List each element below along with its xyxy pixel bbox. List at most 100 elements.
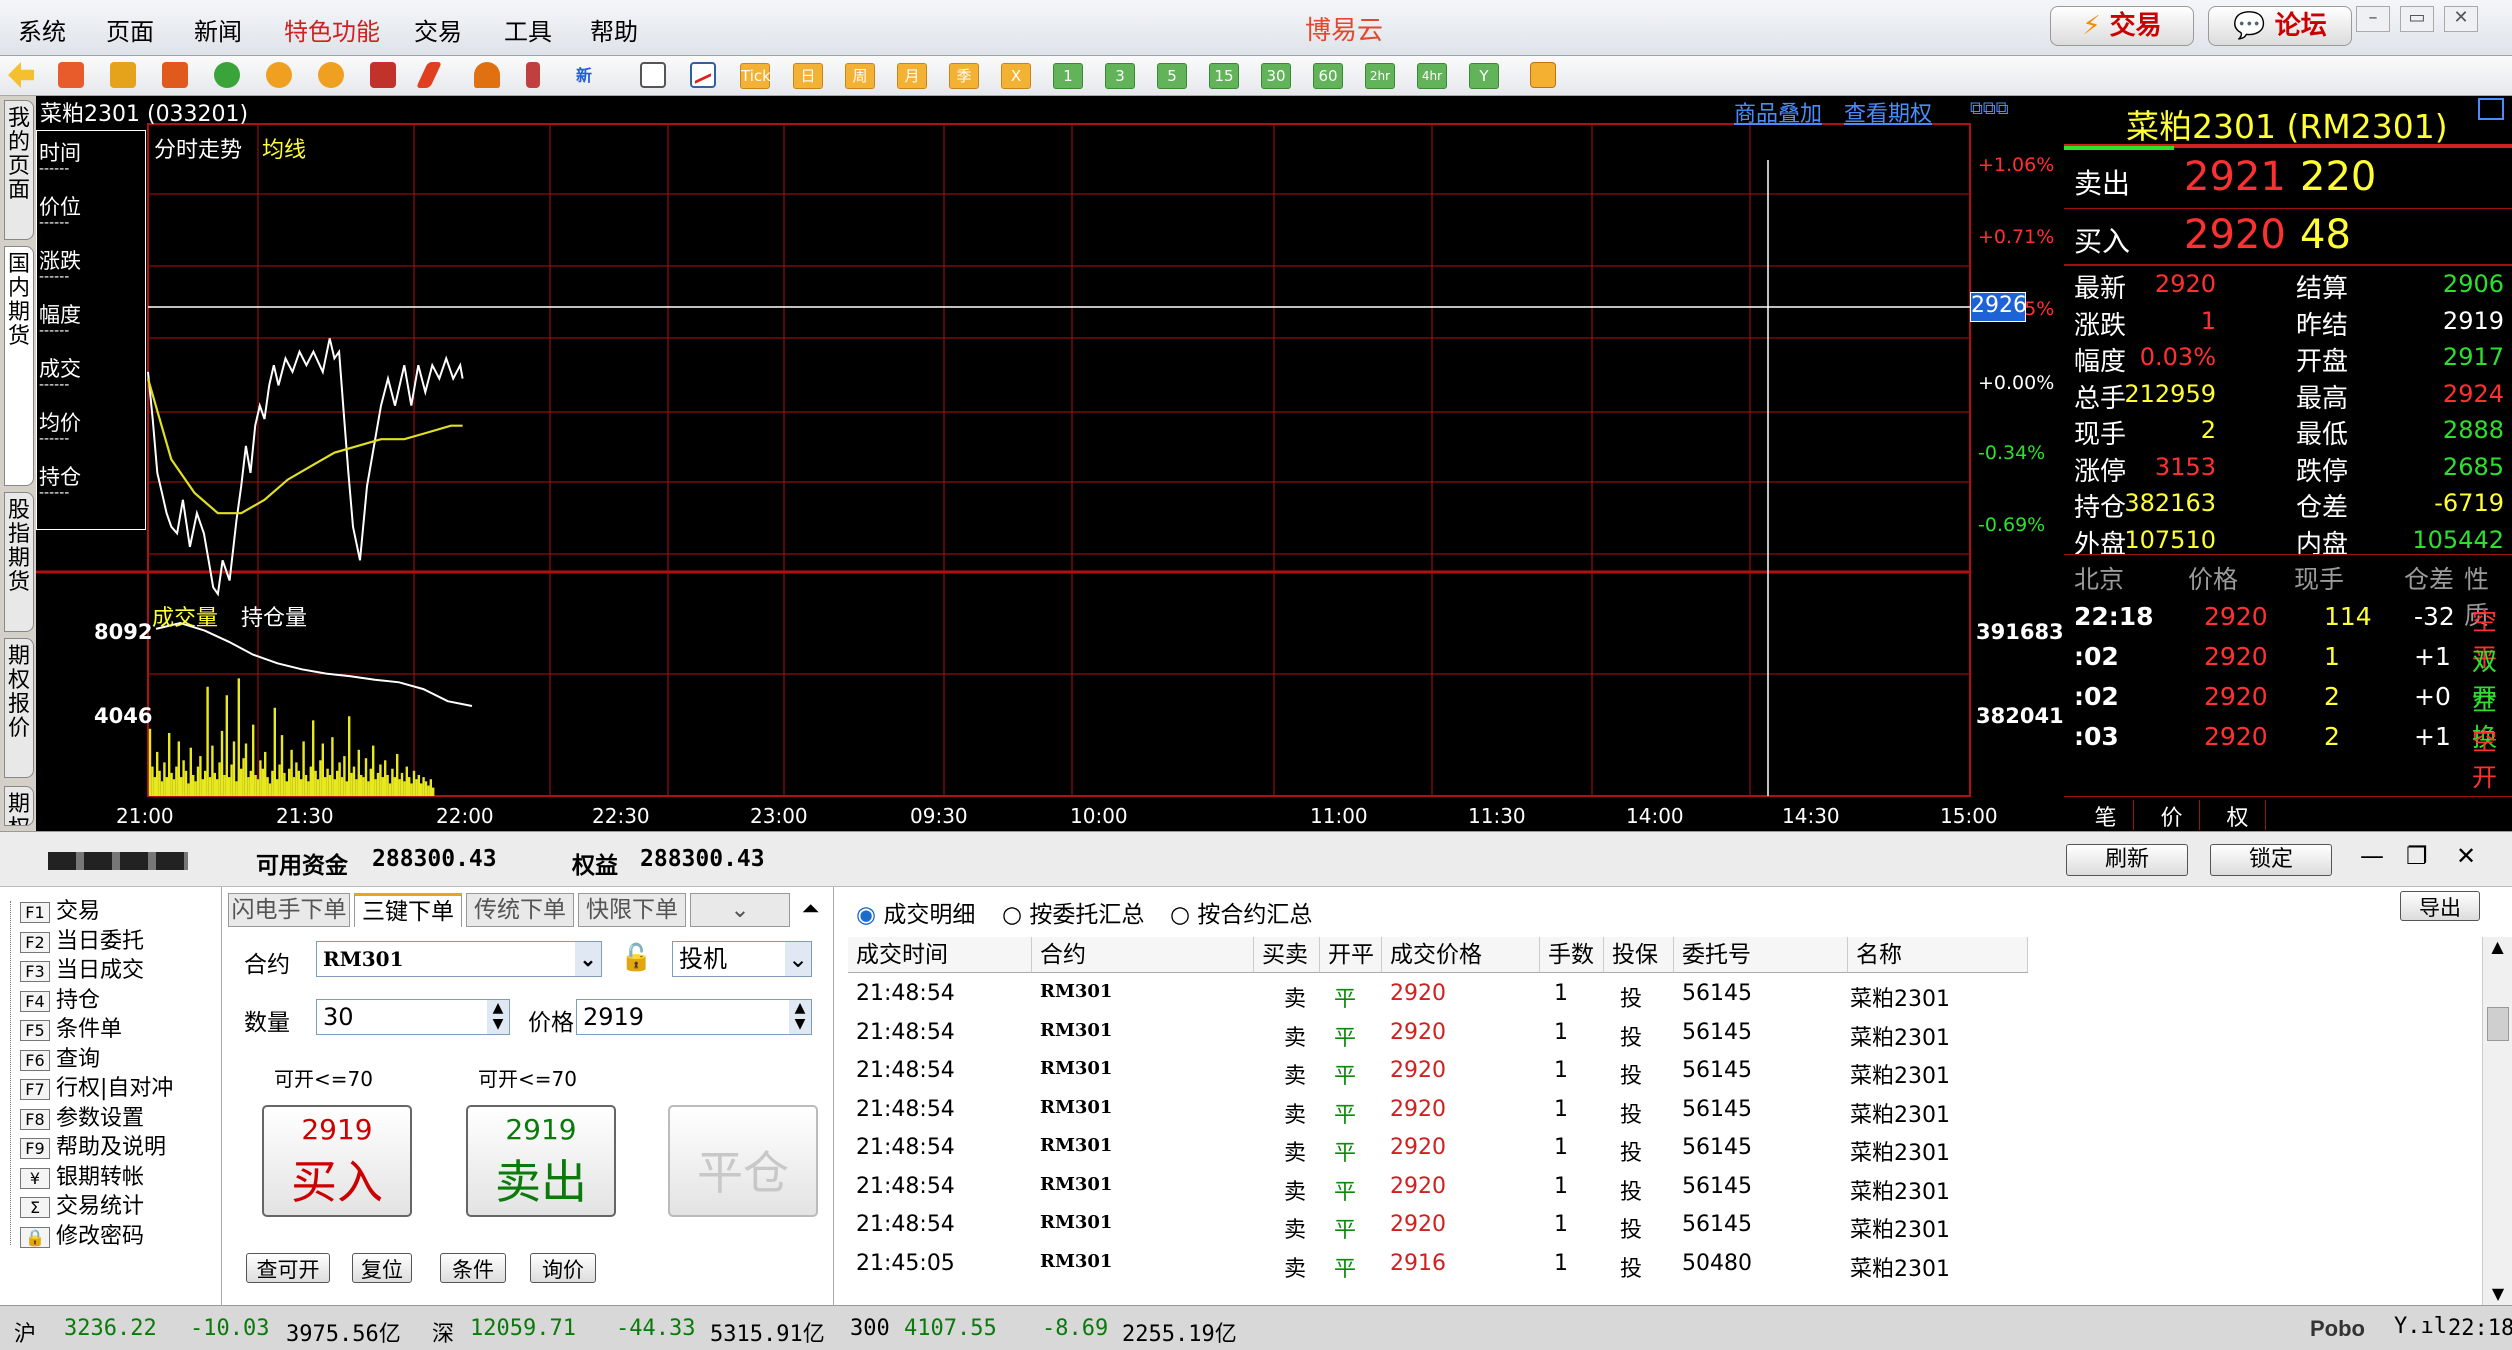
- contract-select[interactable]: RM301 ⌄: [316, 941, 602, 977]
- table-row[interactable]: 21:48:54 RM301 卖 平 2920 1 投 56145 菜粕2301: [848, 1052, 2028, 1090]
- quote-tab[interactable]: 笔: [2078, 800, 2134, 831]
- table-header[interactable]: 手数: [1540, 937, 1604, 973]
- price-stepper[interactable]: 2919 ▲ ▼: [576, 999, 812, 1035]
- table-header[interactable]: 委托号: [1674, 937, 1848, 973]
- table-header[interactable]: 成交价格: [1382, 937, 1540, 973]
- table-header[interactable]: 投保: [1604, 937, 1674, 973]
- windows-icon[interactable]: [370, 62, 396, 88]
- product-overlay-link[interactable]: 商品叠加: [1734, 96, 1822, 128]
- zoom-out-icon[interactable]: [318, 62, 344, 88]
- table-row[interactable]: 21:48:54 RM301 卖 平 2920 1 投 56145 菜粕2301: [848, 1206, 2028, 1244]
- table-row[interactable]: 21:48:54 RM301 卖 平 2920 1 投 56145 菜粕2301: [848, 975, 2028, 1013]
- nav-item-4[interactable]: F5 条件单: [20, 1011, 122, 1043]
- table-row[interactable]: 21:45:05 RM301 卖 平 2916 1 投 50480 菜粕2301: [848, 1245, 2028, 1283]
- menu-features[interactable]: 特色功能: [284, 12, 380, 47]
- nav-item-1[interactable]: F2 当日委托: [20, 923, 144, 955]
- new-icon[interactable]: 新: [576, 62, 602, 88]
- tab-traditional-order[interactable]: 传统下单: [466, 893, 574, 927]
- month-button[interactable]: 月: [897, 63, 927, 89]
- lock-button[interactable]: 锁定: [2210, 844, 2332, 876]
- tab-quick-limit-order[interactable]: 快限下单: [578, 893, 686, 927]
- back-arrow-icon[interactable]: [8, 62, 34, 88]
- radio-trade-details[interactable]: ◉ 成交明细: [856, 895, 975, 929]
- period-1-button[interactable]: 1: [1053, 63, 1083, 89]
- calculator-icon[interactable]: [1530, 62, 1556, 88]
- trade-button[interactable]: ⚡ 交易: [2050, 6, 2194, 46]
- scroll-down-icon[interactable]: ▼: [2483, 1284, 2512, 1303]
- nav-item-5[interactable]: F6 查询: [20, 1041, 100, 1073]
- tab-option-quotes[interactable]: 期权报价: [4, 638, 34, 778]
- menu-page[interactable]: 页面: [106, 12, 154, 47]
- f10-icon[interactable]: [162, 62, 188, 88]
- radio-by-contract[interactable]: ○ 按合约汇总: [1170, 895, 1312, 929]
- view-options-link[interactable]: 查看期权: [1844, 96, 1932, 128]
- expand-icon[interactable]: [2478, 98, 2504, 120]
- table-header[interactable]: 开平: [1320, 937, 1382, 973]
- nav-item-0[interactable]: F1 交易: [20, 893, 100, 925]
- quote-tab[interactable]: 权: [2210, 800, 2266, 831]
- period-3-button[interactable]: 3: [1105, 63, 1135, 89]
- tab-my-page[interactable]: 我的页面: [4, 100, 34, 240]
- table-row[interactable]: 21:48:54 RM301 卖 平 2920 1 投 56145 菜粕2301: [848, 1091, 2028, 1129]
- week-button[interactable]: 周: [845, 63, 875, 89]
- more-tabs-chevron-icon[interactable]: ⌄: [690, 893, 790, 927]
- close-icon[interactable]: ✕: [2444, 6, 2478, 32]
- quarter-button[interactable]: 季: [949, 63, 979, 89]
- timeshare-chart-icon[interactable]: [690, 62, 716, 88]
- menu-trade[interactable]: 交易: [414, 12, 462, 47]
- sell-button[interactable]: 2919 卖出: [466, 1105, 616, 1217]
- period-4hr-button[interactable]: 4hr: [1417, 63, 1447, 89]
- notebook-icon[interactable]: [110, 62, 136, 88]
- maximize-icon[interactable]: ▭: [2400, 6, 2434, 32]
- table-icon[interactable]: [640, 62, 666, 88]
- lock-icon[interactable]: 🔓: [620, 943, 652, 973]
- menu-news[interactable]: 新闻: [194, 12, 242, 47]
- nav-item-2[interactable]: F3 当日成交: [20, 952, 145, 984]
- inquiry-button[interactable]: 询价: [530, 1253, 596, 1283]
- qty-stepper[interactable]: 30 ▲ ▼: [316, 999, 510, 1035]
- table-header[interactable]: 成交时间: [848, 937, 1032, 973]
- menu-system[interactable]: 系统: [18, 12, 66, 47]
- pen-icon[interactable]: [415, 62, 443, 88]
- close-position-button[interactable]: 平仓: [668, 1105, 818, 1217]
- home-icon[interactable]: [58, 62, 84, 88]
- layout-switch-icon[interactable]: ⧉⧉⧉: [1970, 98, 2058, 120]
- close-panel-icon[interactable]: ✕: [2456, 842, 2476, 870]
- nav-item-11[interactable]: 🔒 修改密码: [20, 1218, 144, 1250]
- buy-button[interactable]: 2919 买入: [262, 1105, 412, 1217]
- intraday-chart[interactable]: 菜粕2301 (033201) 商品叠加 查看期权 ⧉⧉⧉ 分时走势 均线 成交…: [36, 96, 2064, 831]
- table-row[interactable]: 21:48:54 RM301 卖 平 2920 1 投 56145 菜粕2301: [848, 1014, 2028, 1052]
- period-year-button[interactable]: Y: [1469, 63, 1499, 89]
- period-60-button[interactable]: 60: [1313, 63, 1343, 89]
- nav-item-8[interactable]: F9 帮助及说明: [20, 1129, 166, 1161]
- quote-tab[interactable]: 价: [2144, 800, 2200, 831]
- refresh-button[interactable]: 刷新: [2066, 844, 2188, 876]
- tab-index-futures[interactable]: 股指期货: [4, 492, 34, 632]
- minimize-icon[interactable]: –: [2356, 6, 2390, 32]
- period-15-button[interactable]: 15: [1209, 63, 1239, 89]
- table-header[interactable]: 合约: [1032, 937, 1254, 973]
- table-header[interactable]: 名称: [1848, 937, 2028, 973]
- tab-three-key-order[interactable]: 三键下单: [354, 893, 462, 927]
- collapse-icon[interactable]: ⏶: [802, 897, 820, 922]
- zoom-in-icon[interactable]: [266, 62, 292, 88]
- tick-button[interactable]: Tick: [740, 63, 771, 89]
- period-2hr-button[interactable]: 2hr: [1365, 63, 1395, 89]
- tab-option-strategy[interactable]: 期权策略: [4, 786, 34, 826]
- hedge-select[interactable]: 投机 ⌄: [672, 941, 812, 977]
- tab-flash-order[interactable]: 闪电手下单: [228, 893, 350, 927]
- filter-icon[interactable]: [526, 62, 540, 88]
- reset-button[interactable]: 复位: [352, 1253, 412, 1283]
- nav-item-3[interactable]: F4 持仓: [20, 982, 100, 1014]
- x-period-button[interactable]: X: [1001, 63, 1031, 89]
- menu-tools[interactable]: 工具: [504, 12, 552, 47]
- menu-help[interactable]: 帮助: [590, 12, 638, 47]
- period-30-button[interactable]: 30: [1261, 63, 1291, 89]
- nav-item-7[interactable]: F8 参数设置: [20, 1100, 144, 1132]
- table-row[interactable]: 21:48:54 RM301 卖 平 2920 1 投 56145 菜粕2301: [848, 1129, 2028, 1167]
- condition-button[interactable]: 条件: [440, 1253, 506, 1283]
- stepper-arrows-icon[interactable]: ▲ ▼: [789, 1000, 811, 1034]
- radio-by-order[interactable]: ○ 按委托汇总: [1002, 895, 1144, 929]
- restore-panel-icon[interactable]: ❐: [2406, 842, 2428, 870]
- export-button[interactable]: 导出: [2400, 891, 2480, 921]
